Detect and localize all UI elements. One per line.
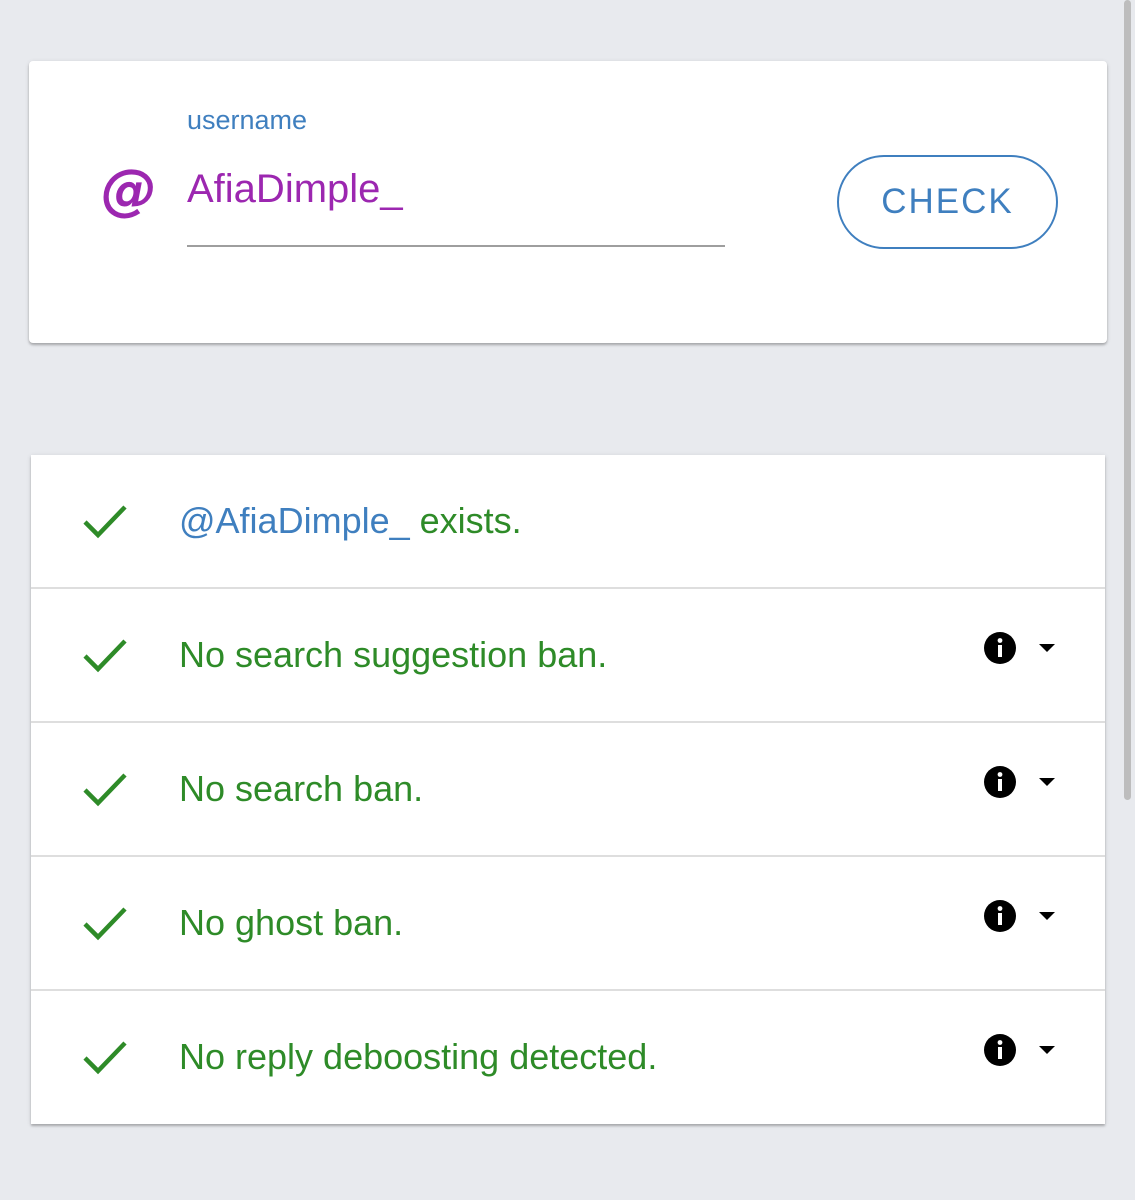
caret-down-icon <box>1039 778 1055 786</box>
result-text: No search suggestion ban. <box>179 634 608 675</box>
result-row-search-suggestion-ban: No search suggestion ban. <box>31 589 1105 723</box>
checkmark-icon <box>83 505 127 539</box>
caret-down-icon <box>1039 912 1055 920</box>
checkmark-icon <box>83 907 127 941</box>
checkmark-icon <box>83 1041 127 1075</box>
caret-down-icon <box>1039 1046 1055 1054</box>
info-toggle[interactable] <box>983 763 1063 803</box>
results-list: @AfiaDimple_ exists. No search suggestio… <box>31 455 1105 1124</box>
result-text-suffix: exists. <box>409 500 522 541</box>
info-toggle[interactable] <box>983 897 1063 937</box>
result-row-search-ban: No search ban. <box>31 723 1105 857</box>
checkmark-icon <box>83 639 127 673</box>
result-text: @AfiaDimple_ exists. <box>179 499 522 543</box>
info-toggle[interactable] <box>983 629 1063 669</box>
info-icon <box>984 1034 1016 1066</box>
result-text: No search ban. <box>179 768 424 809</box>
username-input[interactable] <box>187 161 725 247</box>
info-icon <box>984 900 1016 932</box>
at-icon: @ <box>101 158 157 223</box>
result-row-ghost-ban: No ghost ban. <box>31 857 1105 991</box>
result-text: No reply deboosting detected. <box>179 1036 658 1077</box>
result-row-reply-deboosting: No reply deboosting detected. <box>31 991 1105 1124</box>
info-icon <box>984 632 1016 664</box>
result-row-exists: @AfiaDimple_ exists. <box>31 455 1105 589</box>
username-label: username <box>187 105 308 135</box>
info-toggle[interactable] <box>983 1031 1063 1071</box>
checkmark-icon <box>83 773 127 807</box>
username-handle: @AfiaDimple_ <box>179 500 410 541</box>
scrollbar[interactable] <box>1124 0 1131 800</box>
result-text: No ghost ban. <box>179 902 404 943</box>
caret-down-icon <box>1039 644 1055 652</box>
check-button[interactable]: CHECK <box>837 155 1058 249</box>
username-search-card: username @ CHECK <box>29 61 1107 343</box>
info-icon <box>984 766 1016 798</box>
